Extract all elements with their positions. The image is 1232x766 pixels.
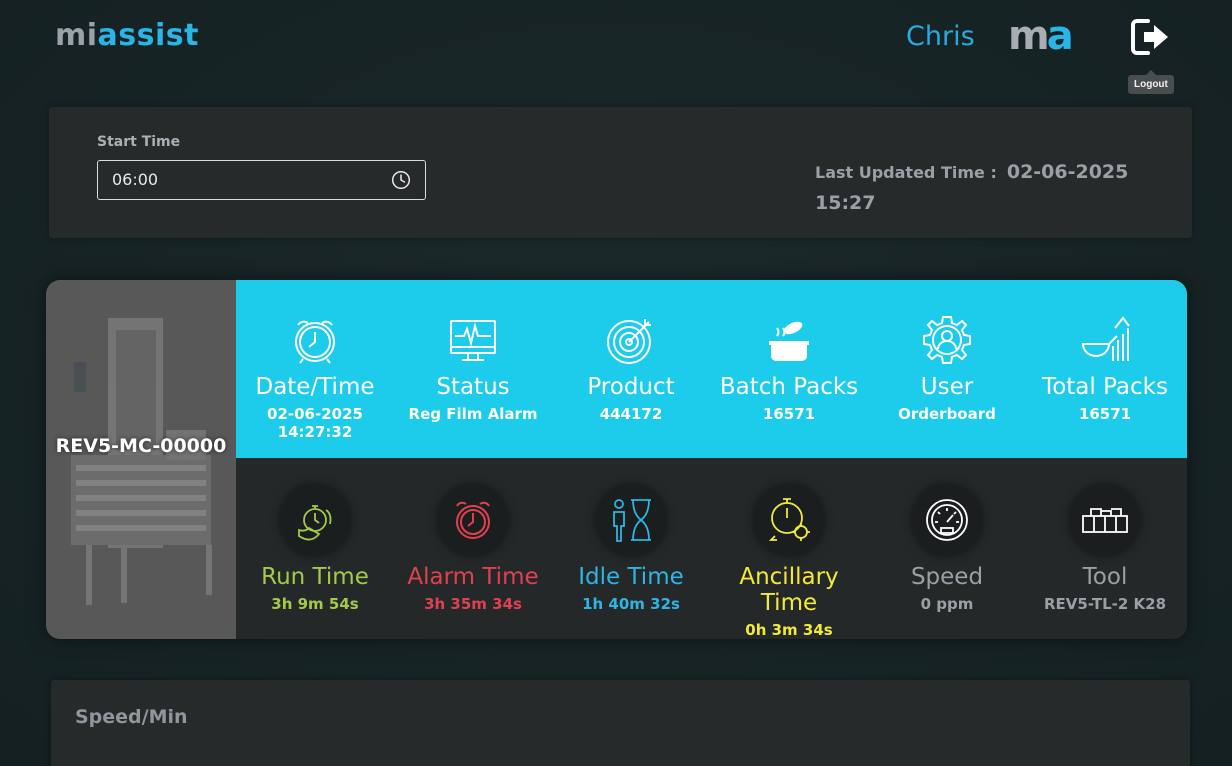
stat-value: 3h 9m 54s	[271, 595, 359, 613]
start-time-value: 06:00	[112, 170, 159, 189]
username: Chris	[906, 21, 975, 52]
stat-title: Status	[436, 374, 510, 400]
stat-date-time: Date/Time 02-06-2025 14:27:32	[236, 280, 394, 441]
tool-icon	[1082, 508, 1128, 533]
stat-value: 16571	[762, 405, 816, 423]
machine-name: REV5-MC-00000	[55, 435, 227, 457]
brand-a-letter: a	[1046, 13, 1074, 59]
speed-badge	[912, 485, 982, 555]
start-time-label: Start Time	[97, 134, 181, 150]
tool-badge	[1070, 485, 1140, 555]
last-updated: Last Updated Time :02-06-2025 15:27	[815, 157, 1155, 219]
stat-title: Run Time	[261, 564, 369, 590]
person-hourglass-icon	[613, 499, 651, 542]
speed-panel-title: Speed/Min	[75, 706, 188, 728]
stat-value: 0 ppm	[920, 595, 974, 613]
user-gear-icon	[923, 316, 971, 364]
stat-title: Batch Packs	[719, 374, 859, 400]
monitor-pulse-icon	[450, 320, 496, 361]
stat-batch-packs: Batch Packs 16571	[710, 280, 868, 423]
logout-icon	[1131, 19, 1168, 55]
stat-alarm-time: Alarm Time 3h 35m 34s	[394, 458, 552, 613]
stat-value: Reg Film Alarm	[408, 405, 538, 423]
stat-title: Date/Time	[255, 374, 375, 400]
stat-title: Alarm Time	[407, 564, 539, 590]
machine-image: REV5-MC-00000	[46, 280, 236, 639]
stat-status: Status Reg Film Alarm	[394, 280, 552, 423]
stat-value: 1h 40m 32s	[582, 595, 680, 613]
stat-value: 444172	[599, 405, 663, 423]
target-icon	[607, 319, 651, 364]
alarm-time-badge	[438, 485, 508, 555]
logout-tooltip: Logout	[1128, 70, 1174, 94]
idle-time-badge	[596, 485, 666, 555]
last-updated-label: Last Updated Time :	[815, 163, 997, 182]
start-time-input[interactable]: 06:00	[97, 160, 426, 200]
bottom-stats-band: Run Time 3h 9m 54s Alarm Time 3h 35m 34s…	[236, 458, 1187, 639]
ancillary-time-badge	[754, 485, 824, 555]
stat-title: Tool	[1082, 564, 1128, 590]
stat-run-time: Run Time 3h 9m 54s	[236, 458, 394, 613]
brand-m-letter: m	[1008, 13, 1050, 59]
cooking-pot-icon	[769, 321, 809, 361]
stat-value: Orderboard	[898, 405, 996, 423]
stat-tool: Tool REV5-TL-2 K28	[1026, 458, 1184, 613]
run-time-badge	[280, 485, 350, 555]
stat-ancillary-time: Ancillary Time 0h 3m 34s	[710, 458, 868, 639]
stopwatch-hand-icon	[298, 505, 332, 541]
stat-value: 0h 3m 34s	[745, 621, 833, 639]
stat-title: Speed	[910, 564, 984, 590]
alarm-clock-icon	[456, 501, 490, 539]
stat-value: 16571	[1078, 405, 1132, 423]
stat-title: User	[920, 374, 974, 400]
logout-button[interactable]	[1130, 17, 1172, 57]
logo-assist-text: assist	[97, 18, 199, 53]
stat-value: 3h 35m 34s	[424, 595, 522, 613]
speedometer-icon	[926, 499, 968, 541]
top-stats-band: Date/Time 02-06-2025 14:27:32 Status Reg…	[236, 280, 1187, 458]
growth-chart-icon	[1081, 316, 1130, 361]
machine-card[interactable]: REV5-MC-00000 Date/Time 02-06-2025 14:27…	[46, 280, 1187, 639]
time-panel: Start Time 06:00 Last Updated Time :02-0…	[49, 107, 1192, 238]
clock-icon[interactable]	[391, 170, 411, 190]
stat-title: Idle Time	[578, 564, 684, 590]
stat-value: REV5-TL-2 K28	[1043, 595, 1167, 613]
logo-mi-text: mi	[55, 18, 98, 53]
stat-title: Ancillary Time	[739, 564, 839, 616]
stat-title: Product	[587, 374, 675, 400]
stopwatch-gear-icon	[768, 498, 810, 541]
miassist-logo: miassist	[55, 18, 199, 53]
alarm-clock-icon	[295, 320, 335, 364]
stat-speed: Speed 0 ppm	[868, 458, 1026, 613]
stat-value: 02-06-2025 14:27:32	[267, 405, 363, 441]
stat-idle-time: Idle Time 1h 40m 32s	[552, 458, 710, 613]
speed-panel: Speed/Min	[51, 680, 1190, 766]
stat-title: Total Packs	[1042, 374, 1168, 400]
stat-product: Product 444172	[552, 280, 710, 423]
stat-total-packs: Total Packs 16571	[1026, 280, 1184, 423]
ma-brand-logo: ma	[1008, 13, 1074, 59]
stat-user: User Orderboard	[868, 280, 1026, 423]
